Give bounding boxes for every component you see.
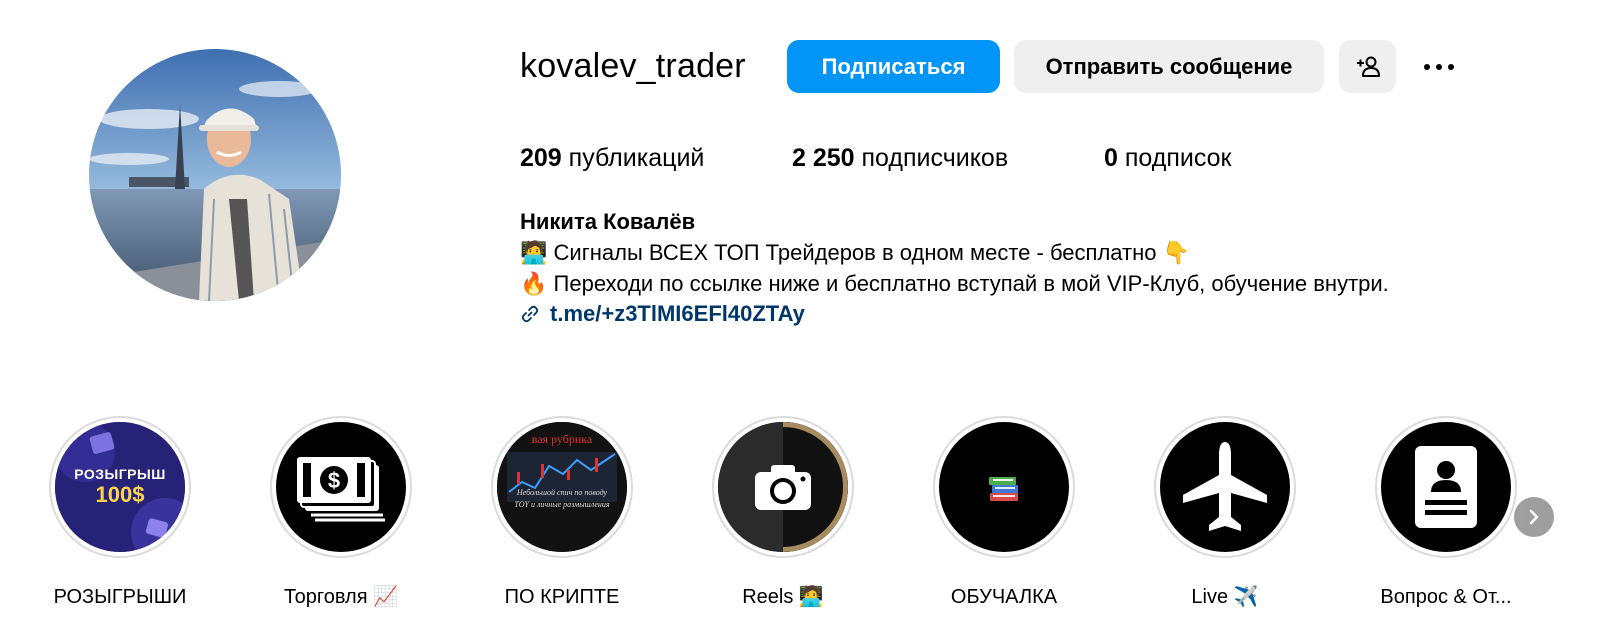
following-count: 0 — [1104, 144, 1118, 172]
highlight-label: ПО КРИПТЕ — [504, 586, 620, 608]
highlight-item[interactable]: вая рубрика Небольшой спич по поводу TOY… — [442, 416, 682, 610]
more-horizontal-icon — [1421, 64, 1457, 70]
bio-line-2-text: Переходи по ссылке ниже и бесплатно всту… — [553, 271, 1389, 296]
fire-emoji: 🔥 — [520, 272, 548, 297]
posts-count: 209 — [520, 144, 562, 172]
camera-icon — [755, 465, 811, 510]
highlight-cover-reels — [718, 422, 848, 552]
svg-text:$: $ — [328, 468, 340, 493]
stat-followers[interactable]: 2 250 подписчиков — [792, 140, 1008, 176]
highlight-item[interactable]: Live ✈️ — [1105, 416, 1345, 610]
bio-link-text: t.me/+z3TlMI6EFl40ZTAy — [550, 301, 805, 326]
highlight-item[interactable]: Reels 🧑‍💻 — [663, 416, 903, 610]
crypto-cover-text-1: Небольшой спич по поводу — [516, 488, 608, 497]
giveaway-cover-amount: 100$ — [95, 482, 145, 507]
crypto-cover-text-2: TOY и личные размышления — [514, 500, 610, 509]
highlight-item[interactable]: ОБУЧАЛКА — [884, 416, 1124, 610]
bio-line-1-text: Сигналы ВСЕХ ТОП Трейдеров в одном месте… — [553, 240, 1157, 265]
highlight-item[interactable]: $ Торговля 📈 — [221, 416, 461, 610]
pointing-down-emoji: 👇 — [1162, 241, 1191, 266]
money-stack-icon: $ — [297, 457, 385, 522]
follow-button[interactable]: Подписаться — [787, 40, 1000, 93]
airplane-icon — [1183, 442, 1267, 531]
profile-photo — [89, 49, 341, 301]
highlight-item[interactable]: РОЗЫГРЫШ 100$ РОЗЫГРЫШИ — [0, 416, 240, 610]
bio-external-link[interactable]: t.me/+z3TlMI6EFl40ZTAy — [520, 299, 805, 329]
technologist-emoji: 🧑‍💻 — [520, 241, 548, 266]
highlight-label: РОЗЫГРЫШИ — [53, 586, 187, 608]
highlight-label: Live ✈️ — [1191, 586, 1259, 608]
books-icon — [989, 477, 1018, 501]
bio-line-1: 🧑‍💻 Сигналы ВСЕХ ТОП Трейдеров в одном м… — [520, 238, 1190, 269]
highlight-cover-crypto: вая рубрика Небольшой спич по поводу TOY… — [497, 422, 627, 552]
highlight-label: ОБУЧАЛКА — [950, 586, 1058, 608]
profile-username: kovalev_trader — [520, 47, 746, 85]
id-card-icon — [1415, 446, 1477, 528]
profile-avatar[interactable] — [89, 49, 341, 301]
more-options-button[interactable] — [1415, 48, 1463, 86]
send-message-button[interactable]: Отправить сообщение — [1014, 40, 1324, 93]
highlight-ring: вая рубрика Небольшой спич по поводу TOY… — [491, 416, 633, 558]
highlight-label: Торговля 📈 — [283, 586, 398, 608]
highlight-ring: $ — [270, 416, 412, 558]
highlight-ring — [712, 416, 854, 558]
crypto-cover-heading: вая рубрика — [531, 432, 593, 446]
following-label: подписок — [1124, 144, 1232, 172]
highlight-ring: РОЗЫГРЫШ 100$ — [49, 416, 191, 558]
followers-count: 2 250 — [792, 144, 855, 172]
link-icon — [521, 305, 539, 323]
highlight-cover-learning — [939, 422, 1069, 552]
highlight-cover-qa — [1381, 422, 1511, 552]
highlight-label: Reels 🧑‍💻 — [742, 586, 824, 608]
followers-label: подписчиков — [861, 144, 1009, 172]
highlight-ring — [933, 416, 1075, 558]
add-user-button[interactable] — [1339, 40, 1396, 93]
giveaway-cover-title: РОЗЫГРЫШ — [74, 466, 166, 482]
stat-posts: 209 публикаций — [520, 140, 704, 176]
chevron-right-icon — [1529, 509, 1539, 525]
highlight-ring — [1375, 416, 1517, 558]
highlight-ring — [1154, 416, 1296, 558]
stat-following[interactable]: 0 подписок — [1104, 140, 1231, 176]
highlights-next-button[interactable] — [1514, 497, 1554, 537]
posts-label: публикаций — [568, 144, 705, 172]
highlight-cover-live — [1160, 422, 1290, 552]
highlight-label: Вопрос & От... — [1380, 586, 1512, 608]
bio-line-2: 🔥 Переходи по ссылке ниже и бесплатно вс… — [520, 269, 1389, 300]
highlight-cover-trading: $ — [276, 422, 406, 552]
profile-full-name: Никита Ковалёв — [520, 209, 696, 234]
add-user-icon — [1356, 56, 1380, 77]
highlight-cover-giveaway: РОЗЫГРЫШ 100$ — [55, 422, 185, 552]
